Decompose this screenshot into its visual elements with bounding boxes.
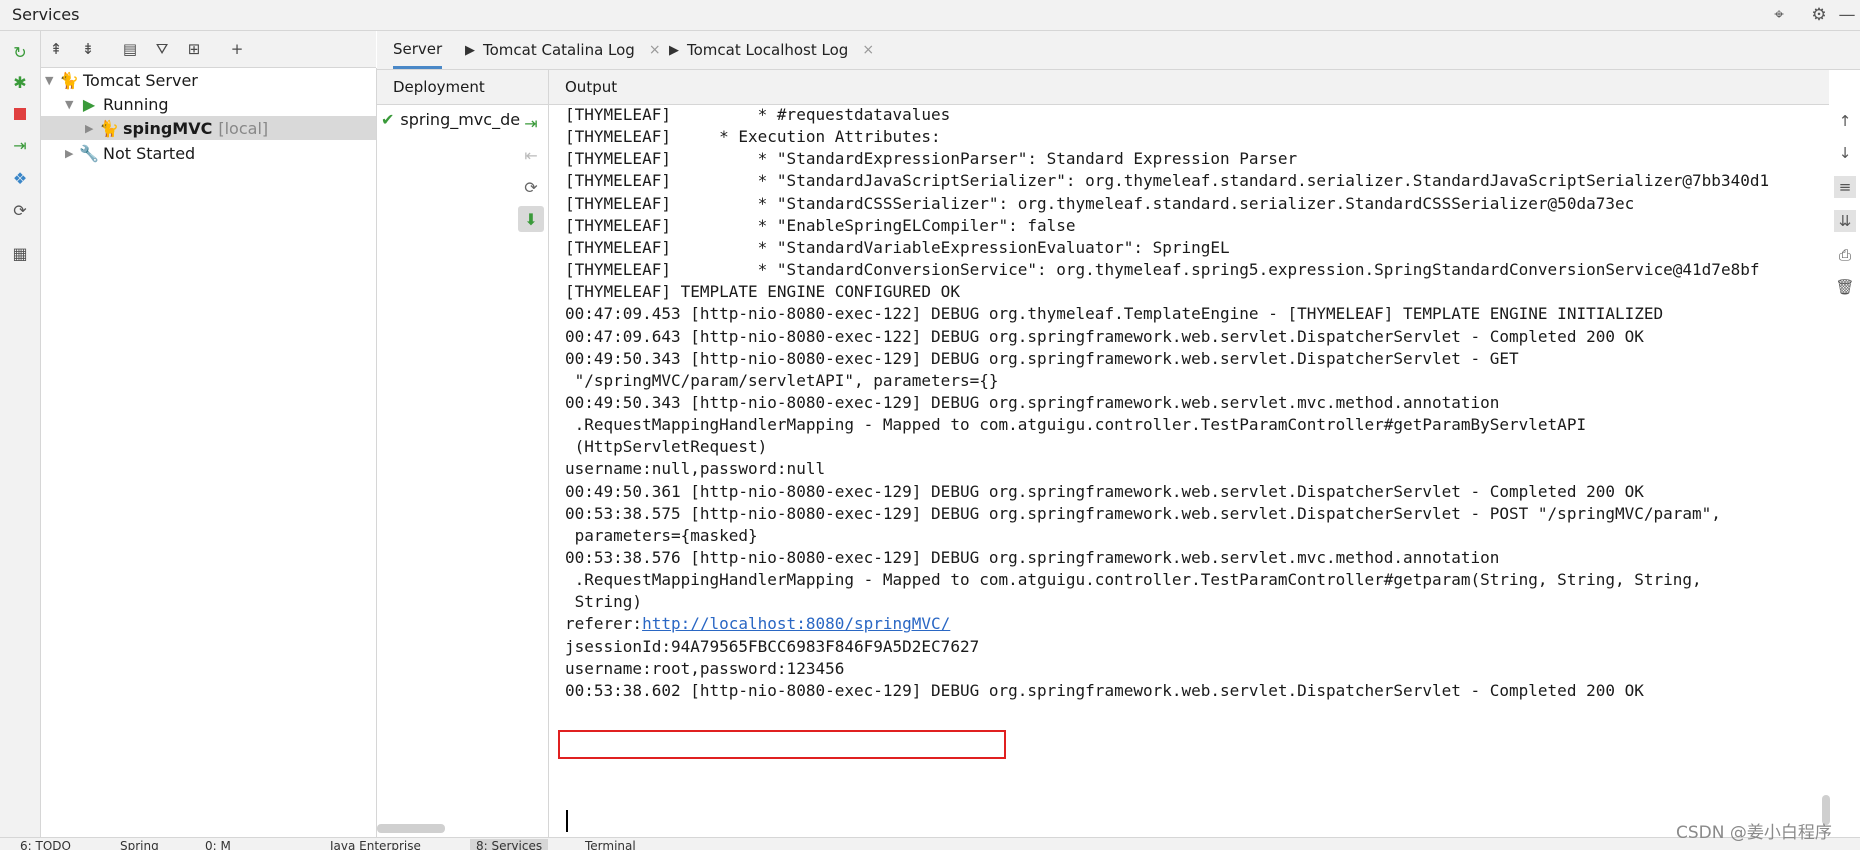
console-line: 00:53:38.602 [http-nio-8080-exec-129] DE…: [565, 680, 1644, 700]
status-item-m[interactable]: 0: M: [205, 839, 231, 850]
layout-icon[interactable]: ▦: [9, 242, 31, 264]
close-icon[interactable]: ×: [649, 42, 661, 58]
structure-icon[interactable]: ❖: [9, 167, 31, 189]
tab-server[interactable]: Server: [393, 31, 443, 69]
deploy-icon[interactable]: ⇥: [9, 134, 31, 156]
scroll-down-icon[interactable]: ↓: [1834, 142, 1856, 164]
minimize-icon[interactable]: —: [1836, 4, 1858, 26]
status-item-todo[interactable]: 6: TODO: [20, 839, 71, 850]
scroll-up-icon[interactable]: ↑: [1834, 110, 1856, 132]
soft-wrap-icon[interactable]: ≡: [1834, 176, 1856, 198]
tomcat-icon: 🐈: [99, 118, 119, 138]
deploy-icon[interactable]: ⇥: [518, 110, 544, 136]
print-icon[interactable]: ⎙: [1834, 244, 1856, 266]
tab-tomcat-localhost-log[interactable]: ▶ Tomcat Localhost Log ×: [669, 31, 874, 69]
debug-icon[interactable]: ✱: [9, 71, 31, 93]
services-tree: ▼ 🐈 Tomcat Server ▼ ▶ Running ▶ 🐈 spingM…: [41, 68, 377, 837]
run-icon: ▶: [82, 94, 96, 114]
log-icon: ▶: [465, 42, 475, 58]
referer-label: referer:: [565, 614, 643, 634]
refresh-icon[interactable]: ⟳: [9, 199, 31, 221]
tree-node-tomcat-server[interactable]: ▼ 🐈 Tomcat Server: [45, 68, 198, 92]
add-icon[interactable]: +: [226, 38, 248, 60]
collapse-all-icon[interactable]: ⇟: [77, 38, 99, 60]
services-action-strip: ↻ ✱ ⇥ ❖ ⟳ ▦: [0, 31, 41, 837]
status-item-services[interactable]: 8: Services: [470, 839, 549, 850]
tree-node-label: spingMVC: [123, 118, 213, 138]
tree-node-label: Tomcat Server: [83, 70, 198, 90]
watermark: CSDN @姜小白程序: [1676, 823, 1832, 843]
status-bar: 6: TODO Spring 0: M Java Enterprise 8: S…: [0, 837, 1860, 850]
log-icon: ▶: [669, 42, 679, 58]
output-panel: Output [THYMELEAF] * #requestdatavalues[…: [549, 70, 1829, 837]
horizontal-scrollbar[interactable]: [377, 824, 445, 833]
deployment-item[interactable]: ✔ spring_mvc_de: [381, 110, 521, 129]
close-icon[interactable]: ×: [862, 42, 874, 58]
status-item-java-enterprise[interactable]: Java Enterprise: [330, 839, 421, 850]
chevron-right-icon[interactable]: ▶: [85, 122, 99, 135]
tab-label: Tomcat Localhost Log: [687, 41, 849, 59]
undeploy-icon[interactable]: ⇤: [518, 142, 544, 168]
trash-icon[interactable]: 🗑: [1834, 276, 1856, 298]
tree-node-not-started[interactable]: ▶ 🔧 Not Started: [65, 141, 195, 165]
tomcat-icon: 🐈: [59, 70, 79, 90]
tree-node-label: Not Started: [103, 143, 196, 163]
group-icon[interactable]: ▤: [119, 38, 141, 60]
refresh-icon[interactable]: ⟳: [518, 174, 544, 200]
services-tree-toolbar: ⇞ ⇟ ▤ ⛛ ⊞ +: [41, 31, 376, 68]
service-tabs: Server ▶ Tomcat Catalina Log × ▶ Tomcat …: [377, 31, 1860, 70]
console-line: .RequestMappingHandlerMapping - Mapped t…: [565, 570, 1702, 590]
crosshair-icon[interactable]: ⌖: [1768, 4, 1790, 26]
wrench-icon: 🔧: [79, 143, 99, 163]
status-item-terminal[interactable]: Terminal: [585, 839, 636, 850]
expand-all-icon[interactable]: ⇞: [45, 38, 67, 60]
new-tab-icon[interactable]: ⊞: [183, 38, 205, 60]
deployment-header: Deployment: [377, 70, 548, 105]
referer-link[interactable]: http://localhost:8080/springMVC/: [642, 614, 950, 633]
chevron-down-icon[interactable]: ▼: [65, 98, 79, 111]
rerun-icon[interactable]: ↻: [9, 41, 31, 63]
console-action-strip: ↑ ↓ ≡ ⇊ ⎙ 🗑: [1830, 104, 1860, 837]
status-item-spring[interactable]: Spring: [120, 839, 159, 850]
text-caret: [566, 810, 568, 832]
tab-tomcat-catalina-log[interactable]: ▶ Tomcat Catalina Log ×: [465, 31, 661, 69]
title-bar: Services ⌖ ⚙ —: [0, 0, 1860, 31]
tab-label: Tomcat Catalina Log: [483, 41, 635, 59]
chevron-right-icon[interactable]: ▶: [65, 147, 79, 160]
chevron-down-icon[interactable]: ▼: [45, 74, 59, 87]
check-icon: ✔: [381, 110, 395, 129]
tree-node-suffix: [local]: [218, 118, 269, 138]
deployment-item-label: spring_mvc_de: [400, 110, 521, 129]
tree-node-running[interactable]: ▼ ▶ Running: [65, 92, 169, 116]
deployment-actions: ⇥ ⇤ ⟳ ⬇: [513, 104, 547, 234]
stop-icon[interactable]: [9, 103, 31, 125]
tab-label: Server: [393, 39, 443, 58]
tree-node-spingmvc[interactable]: ▶ 🐈 spingMVC [local]: [41, 116, 376, 140]
update-icon[interactable]: ⬇: [518, 206, 544, 232]
filter-icon[interactable]: ⛛: [151, 38, 173, 60]
output-header: Output: [549, 70, 1829, 105]
window-title: Services: [12, 5, 80, 24]
gear-icon[interactable]: ⚙: [1808, 4, 1830, 26]
console-output[interactable]: [THYMELEAF] * #requestdatavalues [THYMELE…: [565, 104, 1835, 834]
tree-node-label: Running: [103, 94, 169, 114]
scroll-to-end-icon[interactable]: ⇊: [1834, 210, 1856, 232]
